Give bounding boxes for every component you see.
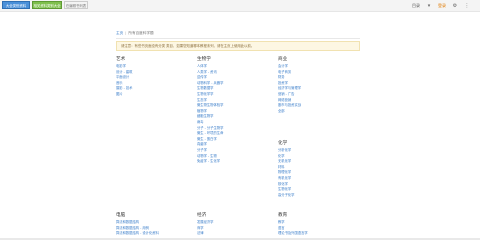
category-link[interactable]: 免疫学 - 生化学 xyxy=(197,159,273,165)
more-icon[interactable]: ⋮ xyxy=(464,3,470,9)
divider xyxy=(116,38,360,39)
breadcrumb-current: 所有百度科学题 xyxy=(128,31,154,35)
breadcrumb-home[interactable]: 主页 xyxy=(116,31,123,35)
category-link[interactable]: 图片 xyxy=(116,92,192,98)
top-toolbar: 大全类别资料 相关资料类别大全 在编辑书列表 目录 ▾ 登录 ⚙ ⋮ xyxy=(0,0,480,12)
category-biology: 生物学 人体学 人类学 - 资讯 遗传学 动物科学 - 兵器学 生物数据学 生物… xyxy=(197,56,273,165)
category-link[interactable]: 全部 xyxy=(278,109,354,115)
breadcrumb-separator: | xyxy=(125,31,127,35)
category-education: 教育 教学 语言 理论书及外国语言学 xyxy=(278,212,354,237)
toolbar-button-2[interactable]: 相关资料类别大全 xyxy=(32,1,62,9)
category-title: 经济 xyxy=(197,213,207,218)
breadcrumb: 主页 | 所有百度科学题 xyxy=(116,31,154,36)
category-chemistry: 化学 分析化学 化学 无机化学 材料 物理化学 有机化学 核化学 生物化学 高分… xyxy=(278,140,354,198)
chevron-down-icon[interactable]: ▾ xyxy=(426,3,432,9)
category-economics: 经济 发展经济学 商学 法律 xyxy=(197,212,273,237)
toolbar-button-3[interactable]: 在编辑书列表 xyxy=(64,1,88,9)
category-link[interactable]: 法律 xyxy=(197,231,273,237)
category-title: 商业 xyxy=(278,57,288,62)
settings-icon[interactable]: ⚙ xyxy=(452,3,458,9)
category-link[interactable]: 高分子化学 xyxy=(278,193,354,199)
notice-banner: 请注意：有些书页面没有分类 类目，如果您知道哪本教程未列，请在主页上使用此以前。 xyxy=(116,41,360,51)
login-link[interactable]: 登录 xyxy=(438,3,446,9)
category-title: 电脑 xyxy=(116,213,126,218)
category-arts: 艺术 电影学 设计 - 建筑 平面设计 音乐 摄影 - 技术 图片 xyxy=(116,56,192,98)
user-menu: 目录 ▾ 登录 ⚙ ⋮ xyxy=(412,2,470,10)
category-title: 化学 xyxy=(278,141,288,146)
category-title: 教育 xyxy=(278,213,288,218)
category-title: 生物学 xyxy=(197,57,211,62)
toolbar-button-1[interactable]: 大全类别资料 xyxy=(2,1,30,9)
category-computing: 电脑 算法和数据结构 算法和数据结构 - 用例 算法和数据结构 - 设计化资料 xyxy=(116,212,192,237)
category-link[interactable]: 理论书及外国语言学 xyxy=(278,231,354,237)
category-business: 商业 会计学 电子商务 财务 投资学 经济学与管理学 营销 - 广告 网络营销 … xyxy=(278,56,354,114)
menu-dropdown[interactable]: 目录 xyxy=(412,3,420,9)
category-link[interactable]: 算法和数据结构 - 设计化资料 xyxy=(116,231,192,237)
category-title: 艺术 xyxy=(116,57,126,62)
